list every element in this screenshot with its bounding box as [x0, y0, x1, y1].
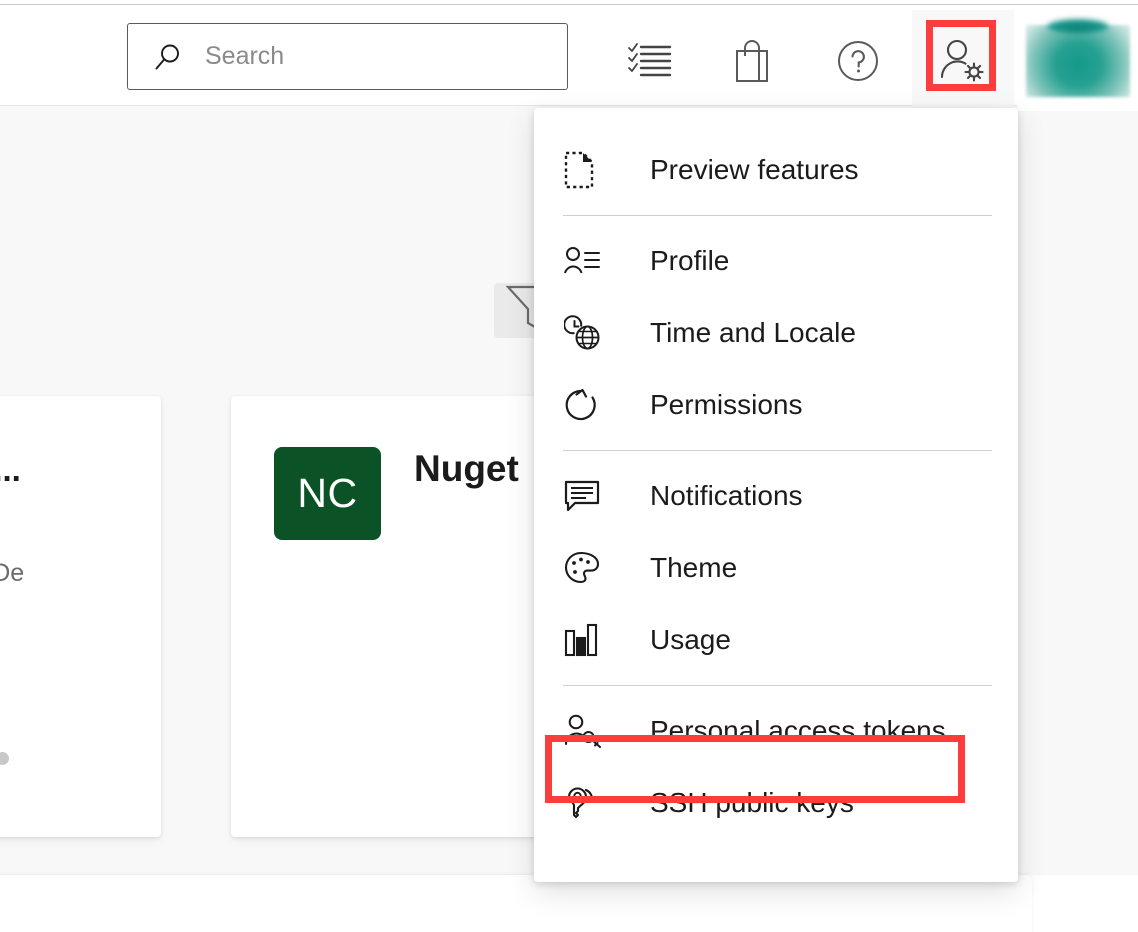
shopping-bag-icon	[732, 39, 772, 83]
menu-divider	[563, 450, 992, 451]
boards-checklist-button[interactable]	[609, 10, 690, 111]
global-header	[0, 5, 1138, 111]
palette-icon	[564, 548, 608, 588]
menu-item-permissions[interactable]: Permissions	[534, 369, 1018, 441]
menu-item-theme[interactable]: Theme	[534, 532, 1018, 604]
ssh-key-icon	[564, 783, 608, 823]
speech-bubble-icon	[564, 476, 608, 516]
bottom-card	[0, 875, 1032, 932]
menu-item-label: SSH public keys	[650, 787, 854, 818]
marketplace-button[interactable]	[711, 10, 792, 111]
menu-divider	[563, 685, 992, 686]
clock-globe-icon	[564, 313, 608, 353]
menu-item-personal-access-tokens[interactable]: Personal access tokens	[534, 695, 1018, 767]
menu-bottom-spacer	[534, 839, 1018, 871]
user-avatar-button[interactable]	[1017, 10, 1138, 111]
card-left-pagination-dots	[0, 752, 9, 765]
card-left-subtitle: evOpsDe	[0, 559, 25, 587]
question-circle-icon	[836, 39, 880, 83]
search-box[interactable]	[127, 23, 568, 90]
card-middle-title: Nuget	[414, 448, 519, 489]
card-left[interactable]: S So... evOpsDe	[0, 396, 161, 837]
project-avatar-nc: NC	[274, 447, 381, 540]
preview-document-icon	[564, 150, 608, 190]
menu-item-label: Usage	[650, 624, 731, 655]
menu-item-label: Personal access tokens	[650, 715, 946, 746]
menu-item-time-and-locale[interactable]: Time and Locale	[534, 297, 1018, 369]
bar-chart-icon	[564, 620, 608, 660]
user-settings-menu: Preview features Profile Time and Locale…	[534, 108, 1018, 882]
menu-item-label: Time and Locale	[650, 317, 856, 348]
app-root: S So... evOpsDe NC Nuget	[0, 0, 1138, 932]
user-settings-button[interactable]	[912, 10, 1014, 111]
user-avatar	[1025, 24, 1130, 97]
menu-item-label: Profile	[650, 245, 730, 276]
person-key-icon	[564, 711, 608, 751]
rotate-arrow-icon	[564, 385, 608, 425]
search-input[interactable]	[205, 36, 535, 77]
profile-person-list-icon	[564, 241, 608, 281]
menu-item-notifications[interactable]: Notifications	[534, 460, 1018, 532]
card-middle[interactable]: NC Nuget	[231, 396, 581, 837]
menu-item-usage[interactable]: Usage	[534, 604, 1018, 676]
menu-top-spacer	[534, 108, 1018, 134]
menu-item-profile[interactable]: Profile	[534, 225, 1018, 297]
menu-item-label: Preview features	[650, 154, 859, 185]
menu-divider	[563, 215, 992, 216]
search-icon	[153, 42, 183, 72]
card-left-title: S So...	[0, 451, 21, 488]
menu-item-label: Notifications	[650, 480, 803, 511]
help-button[interactable]	[817, 10, 898, 111]
checklist-icon	[627, 41, 672, 81]
user-gear-icon	[938, 37, 988, 85]
menu-item-preview-features[interactable]: Preview features	[534, 134, 1018, 206]
menu-item-label: Theme	[650, 552, 738, 583]
page-scrollbar[interactable]	[1112, 106, 1138, 932]
menu-item-label: Permissions	[650, 389, 803, 420]
pagination-dot[interactable]	[0, 752, 9, 765]
menu-item-ssh-public-keys[interactable]: SSH public keys	[534, 767, 1018, 839]
